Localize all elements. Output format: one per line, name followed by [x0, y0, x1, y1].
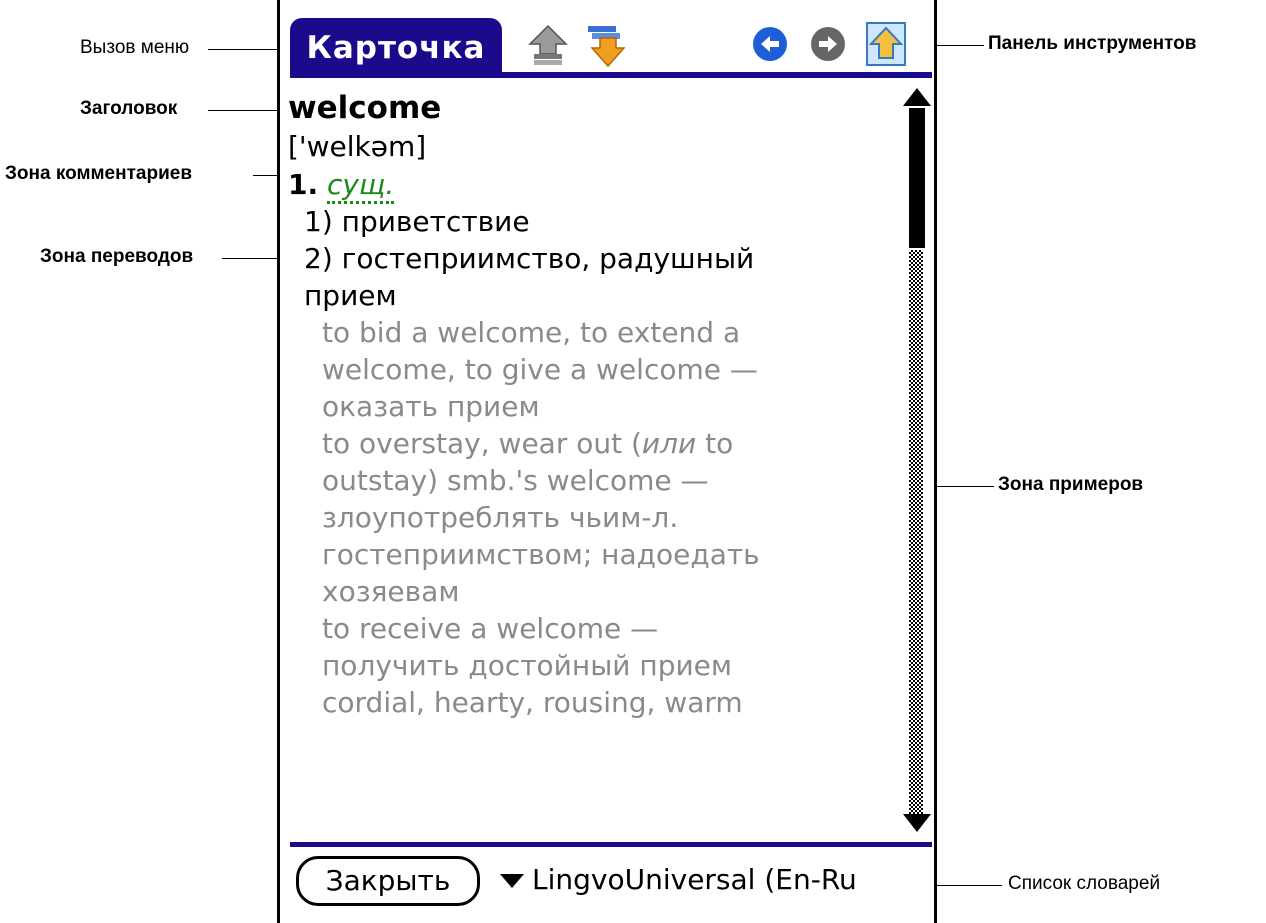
callout-comments: Зона комментариев: [5, 163, 193, 184]
callout-translations: Зона переводов: [40, 246, 194, 267]
example-line: cordial, hearty, rousing, warm: [322, 686, 743, 719]
back-icon[interactable]: [752, 26, 788, 62]
upload-icon[interactable]: [528, 24, 568, 68]
download-icon[interactable]: [584, 22, 628, 68]
example-line: получить достойный прием: [322, 649, 733, 682]
translation-line: 1) приветствие: [304, 205, 530, 238]
example-line: гостеприимством; надоедать: [322, 538, 760, 571]
entry-content: welcome ['welkəm] 1. сущ. 1) приветствие…: [288, 88, 878, 721]
example-line: to receive a welcome —: [322, 612, 659, 645]
dropdown-triangle-icon[interactable]: [500, 874, 524, 888]
callout-menu: Вызов меню: [80, 37, 190, 58]
home-icon[interactable]: [866, 22, 906, 66]
example-line: to bid a welcome, to extend a: [322, 316, 741, 349]
callout-header: Заголовок: [80, 98, 178, 119]
example-line: to overstay, wear out (или to: [288, 425, 878, 462]
callout-dict-list: Список словарей: [1008, 873, 1161, 894]
menu-title-tab[interactable]: Карточка: [290, 18, 502, 76]
transcription: ['welkəm]: [288, 130, 427, 163]
callout-toolbar: Панель инструментов: [988, 33, 1197, 54]
palm-device-screen: Карточка welcome ['welkəm] 1. сущ. 1) пр…: [277, 0, 937, 923]
forward-icon[interactable]: [810, 26, 846, 62]
headword: welcome: [288, 90, 442, 126]
example-line: welcome, to give a welcome —: [322, 353, 758, 386]
example-line: хозяевам: [322, 575, 460, 608]
example-comment: или: [641, 427, 697, 460]
translation-line: 2) гостеприимство, радушный: [304, 242, 755, 275]
title-divider: [290, 72, 932, 78]
callout-examples: Зона примеров: [998, 474, 1144, 495]
example-line: оказать прием: [322, 390, 540, 423]
scroll-down-arrow-icon[interactable]: [903, 812, 931, 836]
example-text: to: [696, 427, 734, 460]
close-button[interactable]: Закрыть: [296, 856, 480, 906]
translation-line: прием: [304, 279, 397, 312]
example-line: злоупотреблять чьим-л.: [322, 501, 679, 534]
example-text: to overstay, wear out (: [322, 427, 642, 460]
callout-line: [930, 885, 1002, 886]
bottom-divider: [290, 842, 932, 847]
comment-zone: 1. сущ.: [288, 166, 878, 204]
sense-number: 1.: [288, 168, 319, 201]
part-of-speech-label[interactable]: сущ.: [327, 168, 395, 204]
scrollbar-thumb[interactable]: [909, 108, 925, 248]
scrollbar-track[interactable]: [909, 250, 923, 816]
dictionary-selector[interactable]: LingvoUniversal (En-Ru: [532, 860, 857, 900]
example-line: outstay) smb.'s welcome —: [322, 464, 709, 497]
